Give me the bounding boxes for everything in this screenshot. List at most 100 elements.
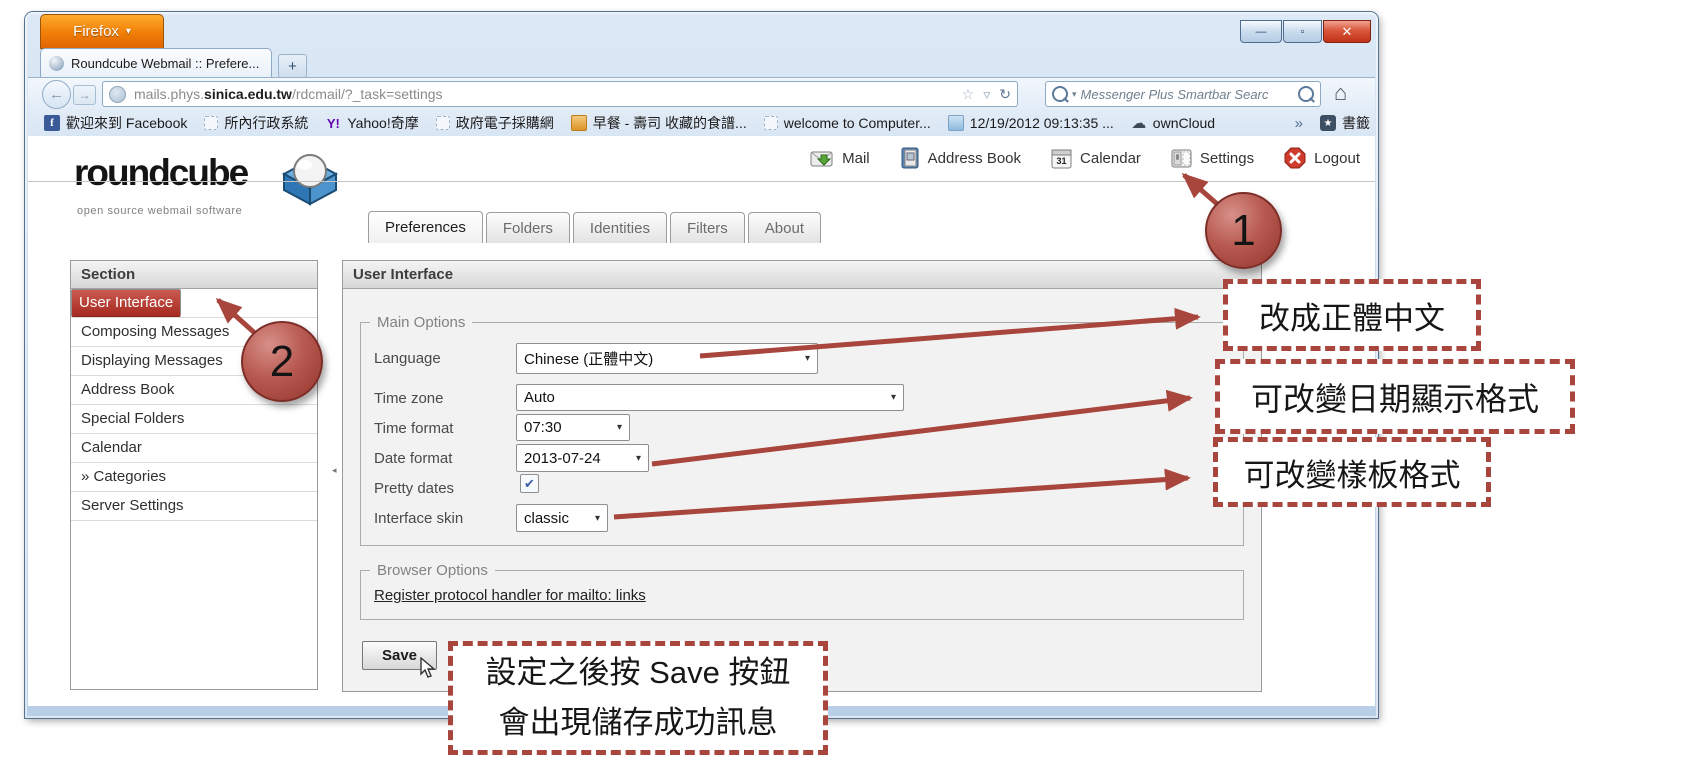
callout-save: 設定之後按 Save 按鈕 會出現儲存成功訊息 — [448, 641, 828, 755]
bookmark-label: ownCloud — [1153, 115, 1215, 131]
maximize-button[interactable]: ▫ — [1283, 20, 1322, 43]
splitter-handle-icon[interactable]: ◂ — [332, 465, 337, 476]
date-format-value: 2013-07-24 — [524, 450, 601, 467]
callout-skin: 可改變樣板格式 — [1213, 437, 1491, 507]
bookmark-star-icon[interactable]: ☆ — [962, 86, 975, 103]
pretty-dates-label: Pretty dates — [374, 480, 454, 497]
calendar-icon: 31 — [1051, 148, 1072, 169]
browser-tab-title: Roundcube Webmail :: Prefere... — [71, 56, 259, 71]
home-icon: ⌂ — [1334, 80, 1347, 105]
bookmark-welcome[interactable]: welcome to Computer... — [764, 115, 931, 131]
chevron-down-icon: ▾ — [805, 353, 810, 364]
timezone-label: Time zone — [374, 390, 443, 407]
url-text: mails.phys.sinica.edu.tw/rdcmail/?_task=… — [134, 86, 962, 102]
tab-filters[interactable]: Filters — [670, 212, 745, 243]
logout-icon — [1284, 147, 1306, 169]
minimize-button[interactable]: — — [1240, 20, 1282, 43]
sidebar-item-user-interface[interactable]: User Interface — [71, 289, 181, 317]
forward-button[interactable]: → — [73, 85, 96, 105]
maximize-icon: ▫ — [1301, 26, 1305, 38]
language-value: Chinese (正體中文) — [524, 348, 653, 369]
mailto-handler-link[interactable]: Register protocol handler for mailto: li… — [374, 587, 646, 604]
time-format-value: 07:30 — [524, 419, 562, 436]
callout-date-format: 可改變日期顯示格式 — [1215, 359, 1575, 434]
panel-title: User Interface — [343, 261, 1261, 289]
bookmarks-menu-label: 書籤 — [1342, 113, 1370, 133]
roundcube-cube-icon — [278, 146, 342, 208]
date-format-select[interactable]: 2013-07-24 ▾ — [516, 444, 649, 472]
bookmark-procurement[interactable]: 政府電子採購網 — [436, 113, 554, 133]
default-page-icon — [436, 116, 450, 130]
chevron-down-icon: ▾ — [891, 392, 896, 403]
taskbar-mail[interactable]: Mail — [810, 149, 870, 168]
firefox-menu-label: Firefox — [73, 23, 119, 40]
taskbar-calendar[interactable]: 31 Calendar — [1051, 148, 1141, 169]
sidebar-item-calendar[interactable]: Calendar — [71, 434, 317, 463]
bookmarks-menu[interactable]: ★ 書籤 — [1320, 113, 1370, 133]
callout-save-line1: 設定之後按 Save 按鈕 — [486, 648, 791, 698]
bookmark-recipes[interactable]: 早餐 - 壽司 收藏的食譜... — [571, 113, 747, 133]
url-prefix: mails.phys. — [134, 86, 204, 102]
chevron-down-icon: ▾ — [617, 422, 622, 433]
site-identity-globe-icon — [109, 86, 126, 103]
bookmark-owncloud[interactable]: ☁ ownCloud — [1131, 115, 1215, 131]
sidebar-item-server-settings[interactable]: Server Settings — [71, 492, 317, 521]
step-number: 1 — [1231, 206, 1255, 256]
roundcube-favicon-icon — [49, 56, 64, 71]
bookmark-label: 12/19/2012 09:13:35 ... — [970, 115, 1114, 131]
back-icon: ← — [49, 86, 64, 103]
browser-options-legend: Browser Options — [370, 562, 495, 579]
bookmarks-star-icon: ★ — [1320, 115, 1336, 131]
new-tab-button[interactable]: + — [278, 54, 307, 78]
search-dropdown-icon[interactable]: ▾ — [1072, 89, 1077, 100]
bookmarks-bar: f 歡迎來到 Facebook 所內行政系統 Y! Yahoo!奇摩 政府電子採… — [44, 110, 1370, 136]
bookmark-facebook[interactable]: f 歡迎來到 Facebook — [44, 113, 187, 133]
back-button[interactable]: ← — [42, 80, 71, 109]
taskbar-settings[interactable]: Settings — [1171, 148, 1254, 169]
tab-identities[interactable]: Identities — [573, 212, 667, 243]
default-page-icon — [204, 116, 218, 130]
address-book-icon — [900, 147, 920, 169]
bookmarks-overflow-chevron[interactable]: » — [1295, 115, 1303, 132]
taskbar-logout[interactable]: Logout — [1284, 147, 1360, 169]
facebook-icon: f — [44, 115, 60, 131]
interface-skin-select[interactable]: classic ▾ — [516, 504, 608, 532]
reload-icon[interactable]: ↻ — [999, 86, 1011, 103]
close-button[interactable]: ✕ — [1323, 20, 1371, 43]
taskbar-label: Calendar — [1080, 150, 1141, 167]
bookmark-label: 早餐 - 壽司 收藏的食譜... — [593, 113, 747, 133]
bookmark-label: Yahoo!奇摩 — [347, 113, 418, 133]
sidebar-item-special-folders[interactable]: Special Folders — [71, 405, 317, 434]
url-dropdown-icon[interactable]: ▿ — [983, 86, 990, 103]
home-button[interactable]: ⌂ — [1334, 80, 1347, 106]
url-bar[interactable]: mails.phys.sinica.edu.tw/rdcmail/?_task=… — [102, 81, 1018, 107]
search-submit-icon[interactable] — [1298, 86, 1314, 102]
search-box[interactable]: ▾ Messenger Plus Smartbar Searc — [1045, 81, 1321, 107]
settings-icon — [1171, 148, 1192, 169]
language-select[interactable]: Chinese (正體中文) ▾ — [516, 343, 818, 374]
tab-preferences[interactable]: Preferences — [368, 211, 483, 243]
bookmark-admin-system[interactable]: 所內行政系統 — [204, 113, 308, 133]
sidebar-item-categories[interactable]: » Categories — [71, 463, 317, 492]
interface-skin-label: Interface skin — [374, 510, 463, 527]
pretty-dates-checkbox[interactable]: ✔ — [520, 474, 539, 493]
section-list-header: Section — [71, 261, 317, 289]
bookmark-yahoo[interactable]: Y! Yahoo!奇摩 — [325, 113, 418, 133]
firefox-menu-button[interactable]: Firefox ▾ — [40, 14, 164, 49]
tab-about[interactable]: About — [748, 212, 821, 243]
timezone-select[interactable]: Auto ▾ — [516, 384, 904, 411]
timezone-value: Auto — [524, 389, 555, 406]
tab-folders[interactable]: Folders — [486, 212, 570, 243]
check-icon: ✔ — [524, 476, 535, 492]
header-divider — [28, 181, 1375, 182]
browser-tab[interactable]: Roundcube Webmail :: Prefere... — [40, 48, 272, 78]
bookmark-datetime[interactable]: 12/19/2012 09:13:35 ... — [948, 115, 1114, 131]
taskbar-label: Mail — [842, 150, 870, 167]
plus-icon: + — [288, 58, 297, 75]
chevron-down-icon: ▾ — [636, 453, 641, 464]
taskbar-address-book[interactable]: Address Book — [900, 147, 1021, 169]
screenshot-stage: Firefox ▾ — ▫ ✕ Roundcube Webmail :: Pre… — [0, 0, 1688, 766]
roundcube-logo-text: roundcube — [74, 152, 247, 194]
time-format-select[interactable]: 07:30 ▾ — [516, 414, 630, 441]
cloud-icon: ☁ — [1131, 115, 1147, 131]
